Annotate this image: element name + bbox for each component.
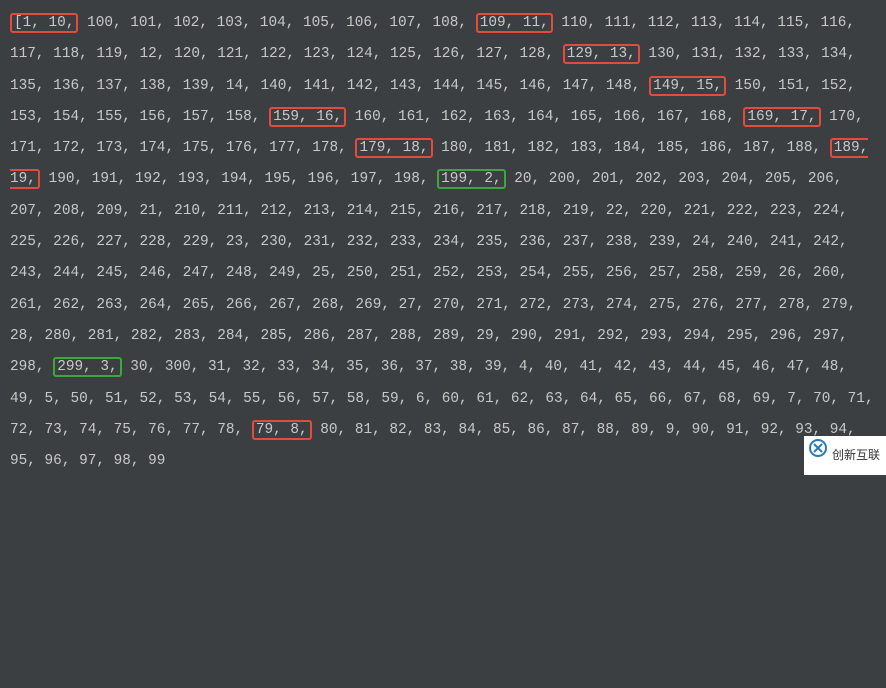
watermark-logo-icon	[808, 438, 828, 458]
sorted-list-output: [1, 10, 100, 101, 102, 103, 104, 105, 10…	[10, 13, 874, 469]
highlight-box-green: 299, 3,	[53, 357, 121, 377]
watermark-text: 创新互联	[832, 440, 880, 471]
highlight-box-green: 199, 2,	[437, 169, 505, 189]
highlight-box-red: 79, 8,	[252, 420, 312, 440]
code-output-block: [1, 10, 100, 101, 102, 103, 104, 105, 10…	[0, 0, 886, 485]
highlight-box-red: 179, 18,	[355, 138, 432, 158]
highlight-box-red: 169, 17,	[743, 107, 820, 127]
highlight-box-red: 129, 13,	[563, 44, 640, 64]
highlight-box-red: 109, 11,	[476, 13, 553, 33]
watermark-badge: 创新互联	[804, 436, 886, 475]
highlight-box-red: [1, 10,	[10, 13, 78, 33]
highlight-box-red: 149, 15,	[649, 76, 726, 96]
highlight-box-red: 159, 16,	[269, 107, 346, 127]
